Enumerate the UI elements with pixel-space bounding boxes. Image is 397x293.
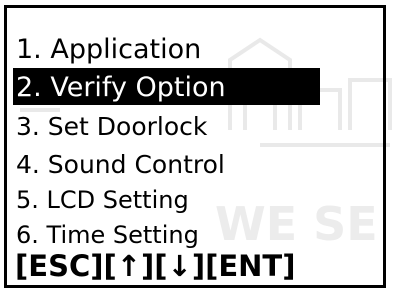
menu-item-verify-option[interactable]: 2. Verify Option [16,74,226,101]
menu-item-set-doorlock[interactable]: 3. Set Doorlock [16,114,207,139]
lcd-menu-screen: 1. Application 2. Verify Option 3. Set D… [4,5,386,288]
key-hint-bar: [ESC][↑][↓][ENT] [15,249,296,283]
menu-item-lcd-setting[interactable]: 5. LCD Setting [16,188,189,212]
menu-item-application[interactable]: 1. Application [16,36,201,63]
menu-item-time-setting[interactable]: 6. Time Setting [16,223,199,247]
menu-item-sound-control[interactable]: 4. Sound Control [16,152,225,177]
